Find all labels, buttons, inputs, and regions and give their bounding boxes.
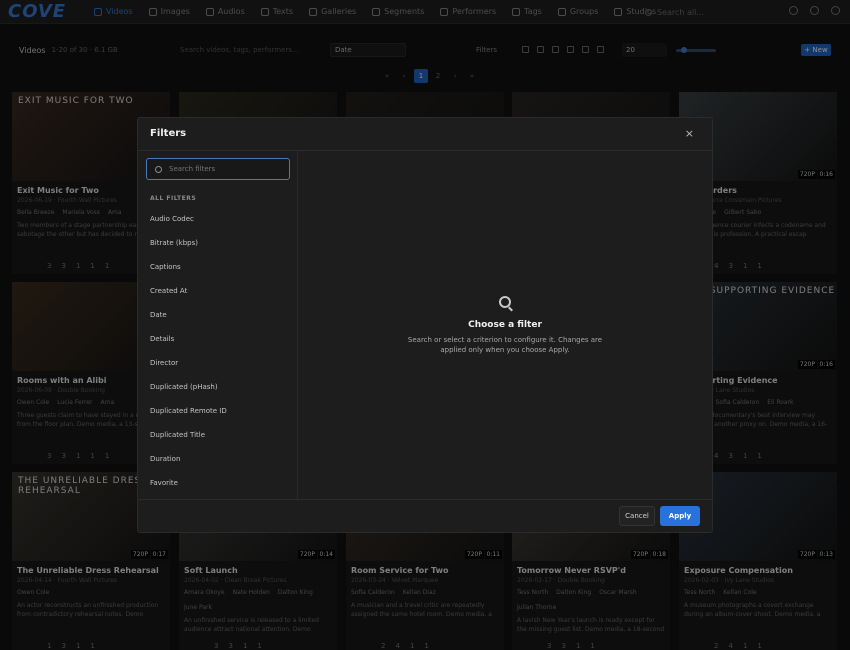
- filter-option[interactable]: Duplicated (pHash): [138, 375, 297, 399]
- filter-option[interactable]: Date: [138, 303, 297, 327]
- filter-config-panel: Choose a filter Search or select a crite…: [298, 151, 712, 500]
- cancel-button[interactable]: Cancel: [619, 506, 655, 526]
- dialog-title: Filters: [150, 128, 187, 139]
- filter-option[interactable]: Details: [138, 327, 297, 351]
- dialog-header: Filters ×: [138, 118, 712, 151]
- filter-option[interactable]: Favorite: [138, 471, 297, 495]
- filter-option[interactable]: Duplicated Remote ID: [138, 399, 297, 423]
- filter-option[interactable]: Director: [138, 351, 297, 375]
- filter-list-panel: ALL FILTERS Audio CodecBitrate (kbps)Cap…: [138, 151, 298, 500]
- filter-option[interactable]: Duplicated Title: [138, 423, 297, 447]
- empty-state-title: Choose a filter: [468, 320, 542, 330]
- filter-list: Audio Codec Bitrate (kbps) Captions Created…: [138, 207, 297, 495]
- filter-option[interactable]: Created At: [138, 279, 297, 303]
- filter-search-input[interactable]: [169, 165, 279, 173]
- apply-button[interactable]: Apply: [660, 506, 700, 526]
- search-icon: [155, 165, 162, 173]
- filter-section-label: ALL FILTERS: [150, 195, 197, 202]
- empty-state-text: Search or select a criterion to configur…: [407, 336, 603, 354]
- search-icon: [499, 296, 511, 308]
- filter-option[interactable]: Audio Codec: [138, 207, 297, 231]
- empty-state: Choose a filter Search or select a crite…: [298, 296, 712, 355]
- filter-option[interactable]: Duration: [138, 447, 297, 471]
- filter-option[interactable]: Bitrate (kbps): [138, 231, 297, 255]
- filters-dialog: Filters × ALL FILTERS Audio CodecBitrate…: [137, 117, 713, 533]
- close-icon[interactable]: ×: [685, 127, 694, 140]
- filter-search-field[interactable]: [146, 158, 290, 180]
- dialog-footer: Cancel Apply: [138, 499, 712, 532]
- filter-option[interactable]: Captions: [138, 255, 297, 279]
